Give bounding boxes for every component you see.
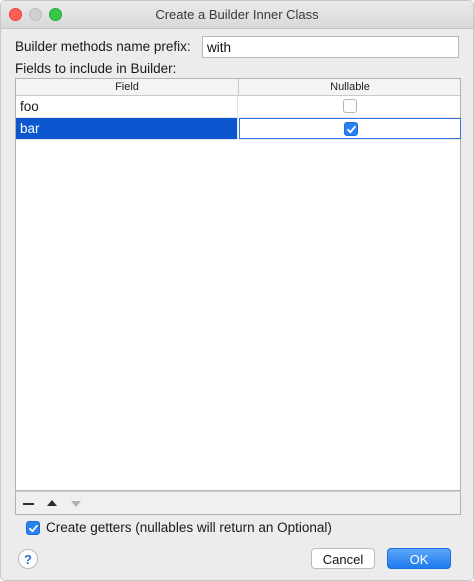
arrow-up-icon[interactable] bbox=[45, 497, 59, 509]
fields-table[interactable]: Field Nullable foo bar bbox=[15, 78, 461, 491]
nullable-checkbox-foo[interactable] bbox=[343, 99, 357, 113]
column-header-field[interactable]: Field bbox=[16, 81, 238, 93]
field-name-cell[interactable]: foo bbox=[16, 96, 238, 117]
prefix-label: Builder methods name prefix: bbox=[15, 39, 191, 54]
nullable-cell[interactable] bbox=[239, 118, 461, 139]
nullable-cell[interactable] bbox=[239, 96, 461, 117]
nullable-checkbox-bar[interactable] bbox=[344, 122, 358, 136]
window-title: Create a Builder Inner Class bbox=[155, 7, 319, 22]
fields-label: Fields to include in Builder: bbox=[15, 61, 177, 76]
ok-button[interactable]: OK bbox=[387, 548, 451, 569]
column-header-nullable[interactable]: Nullable bbox=[239, 81, 461, 93]
minus-icon[interactable] bbox=[22, 497, 36, 509]
table-toolbar bbox=[15, 491, 461, 515]
checkmark-icon bbox=[347, 125, 356, 134]
builder-dialog: Create a Builder Inner Class Builder met… bbox=[0, 0, 474, 581]
table-row[interactable]: foo bbox=[16, 96, 460, 118]
title-bar: Create a Builder Inner Class bbox=[1, 1, 473, 29]
create-getters-checkbox[interactable] bbox=[26, 521, 40, 535]
help-button[interactable]: ? bbox=[18, 549, 38, 569]
table-row[interactable]: bar bbox=[16, 118, 461, 140]
cancel-button[interactable]: Cancel bbox=[311, 548, 375, 569]
field-name-cell[interactable]: bar bbox=[16, 118, 238, 139]
arrow-down-icon[interactable] bbox=[69, 497, 83, 509]
prefix-input[interactable] bbox=[202, 36, 459, 58]
create-getters-label[interactable]: Create getters (nullables will return an… bbox=[46, 520, 332, 535]
table-header: Field Nullable bbox=[16, 79, 460, 96]
checkmark-icon bbox=[29, 524, 38, 533]
